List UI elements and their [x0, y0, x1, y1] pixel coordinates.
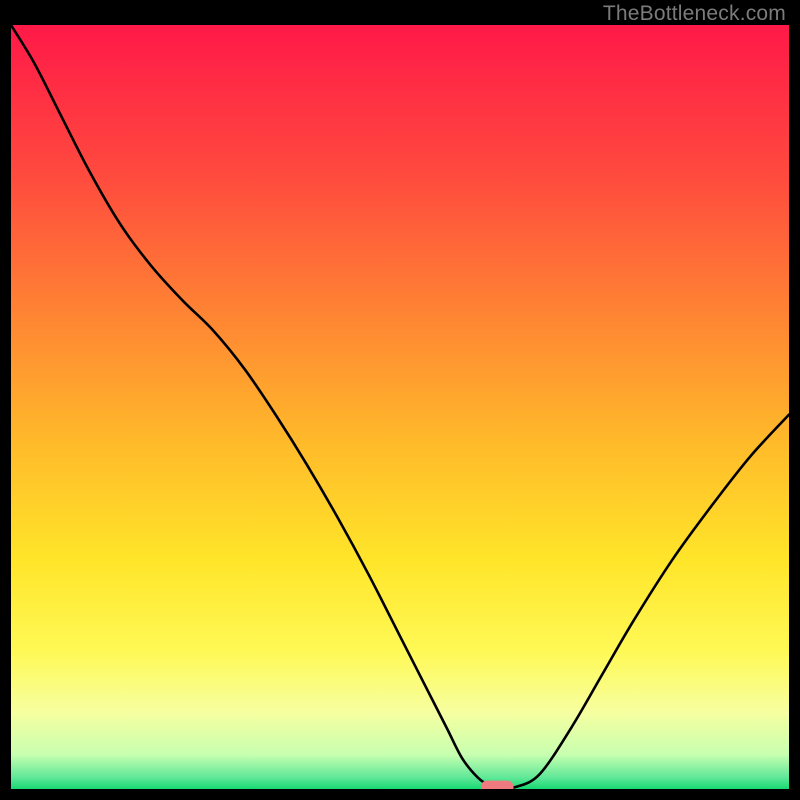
watermark-text: TheBottleneck.com: [603, 2, 786, 26]
chart-background: [11, 25, 789, 789]
optimal-marker: [481, 781, 514, 789]
bottleneck-chart: [11, 25, 789, 789]
chart-frame: [11, 25, 789, 789]
